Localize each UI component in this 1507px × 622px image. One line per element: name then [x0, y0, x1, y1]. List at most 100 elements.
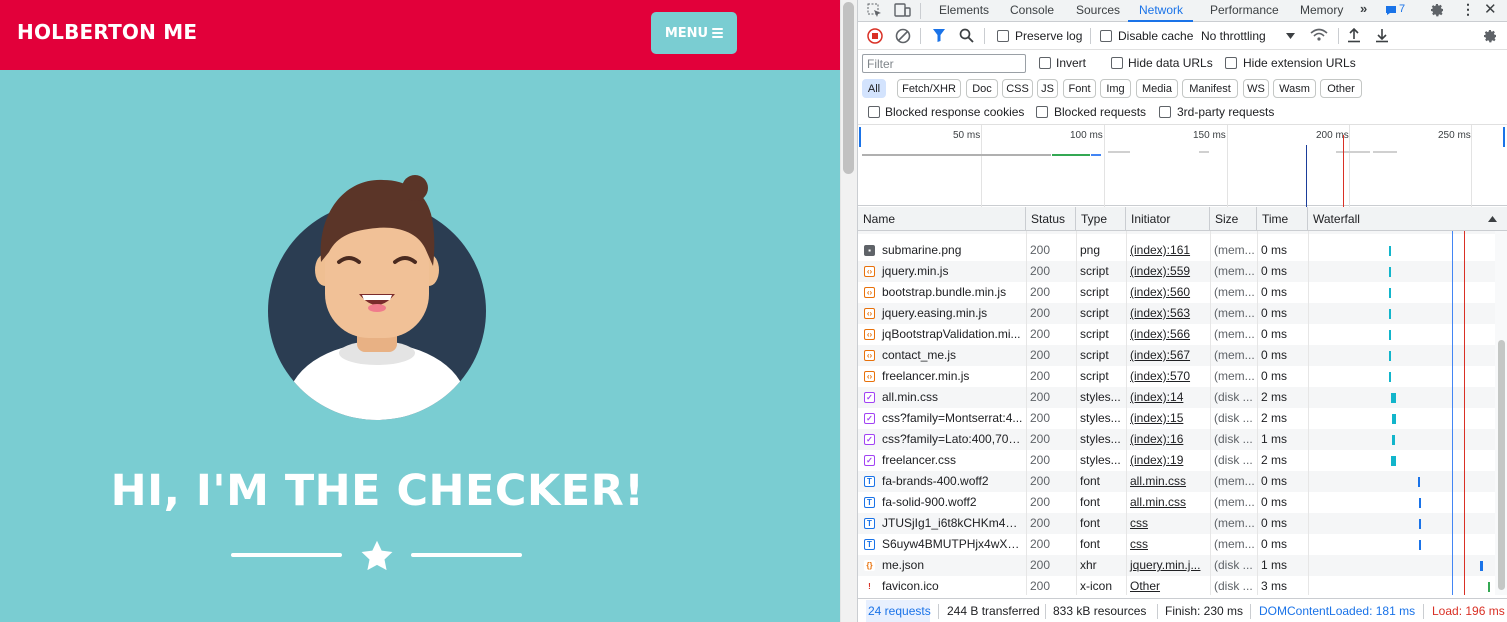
request-initiator[interactable]: (index):161 — [1126, 240, 1210, 261]
request-initiator[interactable]: (index):566 — [1126, 324, 1210, 345]
request-initiator[interactable]: (index):559 — [1126, 261, 1210, 282]
inspect-element-icon[interactable] — [867, 3, 882, 18]
request-initiator[interactable]: jquery.min.j... — [1126, 555, 1210, 576]
request-initiator[interactable]: Other — [1126, 576, 1210, 595]
filter-chip-all[interactable]: All — [862, 79, 886, 98]
request-row[interactable]: ‹› contact_me.js 200 script (index):567 (mem.… — [858, 345, 1495, 366]
request-time: 3 ms — [1261, 579, 1288, 593]
blocked-requests-checkbox[interactable] — [1036, 106, 1048, 118]
image-icon: ▪ — [864, 245, 875, 256]
settings-gear-icon[interactable] — [1429, 2, 1445, 18]
request-row[interactable]: ‹› bootstrap.bundle.min.js 200 script (index… — [858, 282, 1495, 303]
request-initiator[interactable]: (index):567 — [1126, 345, 1210, 366]
issues-icon[interactable] — [1385, 5, 1397, 16]
request-row[interactable]: ‹› jqBootstrapValidation.mi... 200 script (i… — [858, 324, 1495, 345]
request-initiator[interactable]: (index):16 — [1126, 429, 1210, 450]
column-status[interactable]: Status — [1026, 207, 1076, 231]
preserve-log-checkbox[interactable] — [997, 30, 1009, 42]
request-initiator[interactable]: (index):560 — [1126, 282, 1210, 303]
network-conditions-icon[interactable] — [1310, 28, 1328, 43]
requests-scroll-thumb[interactable] — [1498, 340, 1505, 590]
network-settings-icon[interactable] — [1482, 28, 1498, 44]
filter-chip-doc[interactable]: Doc — [966, 79, 998, 98]
column-type[interactable]: Type — [1076, 207, 1126, 231]
request-row[interactable]: ✓ freelancer.css 200 styles... (index):19 (di… — [858, 450, 1495, 471]
request-row[interactable]: Tfa-brands-400.woff2 200 font all.min.css (m… — [858, 471, 1495, 492]
network-overview-timeline[interactable]: 50 ms 100 ms 150 ms 200 ms 250 ms — [858, 124, 1507, 207]
clear-icon[interactable] — [895, 28, 911, 44]
request-initiator[interactable]: all.min.css — [1126, 492, 1210, 513]
column-time[interactable]: Time — [1257, 207, 1308, 231]
filter-chip-js[interactable]: JS — [1037, 79, 1058, 98]
request-row[interactable]: ‹› jquery.easing.min.js 200 script (index):5… — [858, 303, 1495, 324]
filter-chip-other[interactable]: Other — [1320, 79, 1362, 98]
sort-ascending-icon[interactable] — [1488, 216, 1497, 222]
more-tabs-icon[interactable]: » — [1360, 1, 1367, 16]
third-party-checkbox[interactable] — [1159, 106, 1171, 118]
record-stop-icon[interactable] — [867, 28, 883, 44]
tab-sources[interactable]: Sources — [1076, 3, 1120, 17]
column-name[interactable]: Name — [858, 207, 1026, 231]
request-initiator[interactable]: css — [1126, 534, 1210, 555]
request-row[interactable]: ✓ css?family=Lato:400,700... 200 styles... (… — [858, 429, 1495, 450]
page-scroll-thumb[interactable] — [843, 2, 854, 174]
tab-memory[interactable]: Memory — [1300, 3, 1343, 17]
close-icon[interactable]: ✕ — [1484, 0, 1497, 18]
request-initiator[interactable]: (index):15 — [1126, 408, 1210, 429]
request-initiator[interactable]: all.min.css — [1126, 471, 1210, 492]
disable-cache-checkbox[interactable] — [1100, 30, 1112, 42]
request-row[interactable]: Tfa-solid-900.woff2 200 font all.min.css (me… — [858, 492, 1495, 513]
filter-chip-fetch-xhr[interactable]: Fetch/XHR — [897, 79, 961, 98]
site-brand[interactable]: HOLBERTON ME — [17, 20, 197, 44]
filter-chip-manifest[interactable]: Manifest — [1182, 79, 1238, 98]
site-navbar: HOLBERTON ME MENU — [0, 0, 840, 70]
menu-button[interactable]: MENU — [651, 12, 737, 54]
hide-extension-urls-checkbox[interactable] — [1225, 57, 1237, 69]
request-initiator[interactable]: (index):19 — [1126, 450, 1210, 471]
tab-performance[interactable]: Performance — [1210, 3, 1279, 17]
invert-checkbox[interactable] — [1039, 57, 1051, 69]
request-name: fa-solid-900.woff2 — [882, 495, 977, 509]
hide-data-urls-checkbox[interactable] — [1111, 57, 1123, 69]
request-row[interactable]: ! favicon.ico 200 x-icon Other (disk ... 3 ms — [858, 576, 1495, 595]
filter-chip-media[interactable]: Media — [1136, 79, 1178, 98]
request-row[interactable]: T JTUSjIg1_i6t8kCHKm459... 200 font css (mem.… — [858, 513, 1495, 534]
filter-chip-css[interactable]: CSS — [1002, 79, 1033, 98]
timeline-tick: 100 ms — [1070, 130, 1103, 141]
filter-chip-ws[interactable]: WS — [1243, 79, 1269, 98]
request-row[interactable]: ▪ submarine.png 200 png (index):161 (mem... 0 … — [858, 240, 1495, 261]
request-row[interactable]: T S6uyw4BMUTPHjx4wXg... 200 font css (mem... 0… — [858, 534, 1495, 555]
export-har-icon[interactable] — [1375, 27, 1389, 43]
more-options-icon[interactable]: ⋮ — [1461, 1, 1475, 18]
filter-chip-font[interactable]: Font — [1063, 79, 1096, 98]
waterfall-bar — [1419, 498, 1421, 508]
tab-network[interactable]: Network — [1139, 3, 1183, 17]
device-toolbar-icon[interactable] — [894, 3, 911, 18]
request-initiator[interactable]: (index):570 — [1126, 366, 1210, 387]
status-resources: 833 kB resources — [1053, 604, 1147, 618]
request-initiator[interactable]: (index):563 — [1126, 303, 1210, 324]
column-waterfall[interactable]: Waterfall — [1308, 207, 1507, 231]
request-initiator[interactable]: css — [1126, 513, 1210, 534]
search-icon[interactable] — [959, 28, 974, 43]
blocked-cookies-checkbox[interactable] — [868, 106, 880, 118]
request-row[interactable]: ✓ all.min.css 200 styles... (index):14 (disk … — [858, 387, 1495, 408]
request-row[interactable]: ‹› freelancer.min.js 200 script (index):570 (… — [858, 366, 1495, 387]
throttling-select[interactable]: No throttling — [1201, 29, 1266, 43]
filter-input[interactable] — [862, 54, 1026, 73]
filter-chip-img[interactable]: Img — [1100, 79, 1131, 98]
request-initiator[interactable]: (index):14 — [1126, 387, 1210, 408]
column-size[interactable]: Size — [1210, 207, 1257, 231]
request-row[interactable]: ‹› jquery.min.js 200 script (index):559 (mem.… — [858, 261, 1495, 282]
chevron-down-icon[interactable] — [1286, 33, 1295, 39]
request-row[interactable]: {} me.json 200 xhr jquery.min.j... (disk ... 1… — [858, 555, 1495, 576]
issues-count[interactable]: 7 — [1399, 3, 1405, 15]
filter-funnel-icon[interactable] — [932, 28, 946, 43]
request-row[interactable]: ✓ css?family=Montserrat:4... 200 styles... (… — [858, 408, 1495, 429]
status-load: Load: 196 ms — [1432, 604, 1505, 618]
tab-console[interactable]: Console — [1010, 3, 1054, 17]
filter-chip-wasm[interactable]: Wasm — [1273, 79, 1316, 98]
import-har-icon[interactable] — [1347, 27, 1361, 43]
column-initiator[interactable]: Initiator — [1126, 207, 1210, 231]
tab-elements[interactable]: Elements — [939, 3, 989, 17]
